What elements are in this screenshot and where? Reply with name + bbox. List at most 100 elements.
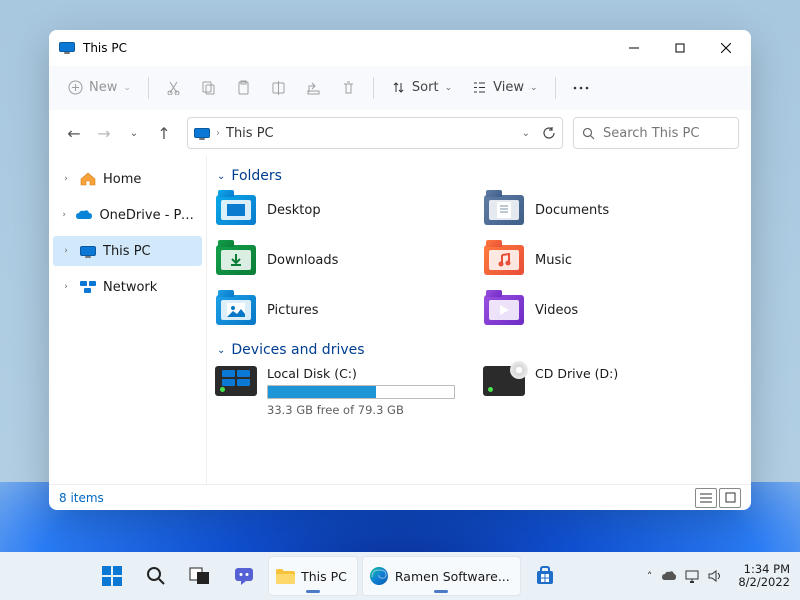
expand-caret[interactable]: › <box>59 210 69 220</box>
chevron-down-icon: ⌄ <box>445 83 453 93</box>
expand-caret[interactable]: › <box>59 282 73 292</box>
address-path: This PC <box>226 126 516 141</box>
drive-label: CD Drive (D:) <box>535 366 618 381</box>
details-view-button[interactable] <box>695 488 717 508</box>
minimize-button[interactable] <box>611 33 657 63</box>
start-button[interactable] <box>92 556 132 596</box>
folder-item-music[interactable]: Music <box>483 242 735 278</box>
close-button[interactable] <box>703 33 749 63</box>
folder-item-videos[interactable]: Videos <box>483 292 735 328</box>
view-button[interactable]: View ⌄ <box>463 74 546 101</box>
sidebar-item-label: This PC <box>103 244 151 259</box>
item-count: 8 items <box>59 491 104 505</box>
network-tray-icon[interactable] <box>684 570 700 583</box>
chevron-down-icon: ⌄ <box>217 171 225 182</box>
folder-icon <box>483 242 525 278</box>
clock-date: 8/2/2022 <box>738 576 790 589</box>
drive-free-text: 33.3 GB free of 79.3 GB <box>267 403 455 417</box>
drive-icon <box>215 366 257 396</box>
onedrive-tray-icon[interactable] <box>662 569 676 583</box>
thispc-icon <box>59 42 75 54</box>
file-explorer-window: This PC New ⌄ Sort ⌄ <box>49 30 751 510</box>
command-toolbar: New ⌄ Sort ⌄ View ⌄ <box>49 66 751 110</box>
drive-capacity-bar <box>267 385 455 399</box>
sidebar-item-thispc[interactable]: › This PC <box>53 236 202 266</box>
more-button[interactable] <box>564 80 598 96</box>
folder-item-documents[interactable]: Documents <box>483 192 735 228</box>
folder-label: Pictures <box>267 303 318 318</box>
folder-item-desktop[interactable]: Desktop <box>215 192 467 228</box>
system-tray[interactable]: ˄ 1:34 PM 8/2/2022 <box>647 563 790 589</box>
share-button[interactable] <box>297 74 330 101</box>
tray-overflow-icon[interactable]: ˄ <box>647 570 653 583</box>
thispc-icon <box>194 128 210 138</box>
search-icon <box>582 127 595 140</box>
edge-icon <box>369 566 389 586</box>
folder-icon <box>275 568 295 584</box>
delete-button[interactable] <box>332 74 365 101</box>
home-icon <box>79 171 97 187</box>
folder-icon <box>483 292 525 328</box>
taskbar-edge[interactable]: Ramen Software... <box>362 556 521 596</box>
section-header-folders[interactable]: ⌄ Folders <box>217 168 735 184</box>
taskbar-store[interactable] <box>525 556 565 596</box>
content-pane: ⌄ Folders Desktop Documents Downloads Music… <box>207 156 751 484</box>
view-button-label: View <box>493 80 524 95</box>
sidebar-item-onedrive[interactable]: › OneDrive - Personal <box>53 200 202 230</box>
thispc-icon <box>79 243 97 259</box>
sidebar-item-home[interactable]: › Home <box>53 164 202 194</box>
titlebar[interactable]: This PC <box>49 30 751 66</box>
chevron-down-icon: ⌄ <box>217 345 225 356</box>
drive-icon <box>483 366 525 396</box>
chevron-right-icon: › <box>216 128 220 139</box>
drive-label: Local Disk (C:) <box>267 366 455 381</box>
folder-label: Desktop <box>267 203 321 218</box>
back-button[interactable]: ← <box>61 120 87 146</box>
taskbar-clock[interactable]: 1:34 PM 8/2/2022 <box>738 563 790 589</box>
sort-button-label: Sort <box>412 80 439 95</box>
recent-button[interactable]: ⌄ <box>121 120 147 146</box>
taskbar-explorer[interactable]: This PC <box>268 556 358 596</box>
folder-label: Music <box>535 253 572 268</box>
drive-item[interactable]: Local Disk (C:) 33.3 GB free of 79.3 GB <box>215 366 467 417</box>
section-title: Devices and drives <box>231 342 364 358</box>
new-button[interactable]: New ⌄ <box>59 74 140 101</box>
paste-button[interactable] <box>227 74 260 101</box>
section-header-drives[interactable]: ⌄ Devices and drives <box>217 342 735 358</box>
status-bar: 8 items <box>49 484 751 510</box>
taskview-button[interactable] <box>180 556 220 596</box>
expand-caret[interactable]: › <box>59 246 73 256</box>
copy-button[interactable] <box>192 74 225 101</box>
refresh-button[interactable] <box>542 126 556 140</box>
forward-button[interactable]: → <box>91 120 117 146</box>
chevron-down-icon[interactable]: ⌄ <box>522 128 530 139</box>
folder-icon <box>483 192 525 228</box>
address-bar[interactable]: › This PC ⌄ <box>187 117 563 149</box>
window-title: This PC <box>83 41 127 55</box>
chat-button[interactable] <box>224 556 264 596</box>
sort-icon <box>391 80 406 95</box>
view-icon <box>472 80 487 95</box>
search-box[interactable]: Search This PC <box>573 117 739 149</box>
expand-caret[interactable]: › <box>59 174 73 184</box>
taskbar-app-label: Ramen Software... <box>395 569 510 584</box>
folder-label: Documents <box>535 203 609 218</box>
volume-tray-icon[interactable] <box>708 570 722 582</box>
sort-button[interactable]: Sort ⌄ <box>382 74 461 101</box>
folder-item-pictures[interactable]: Pictures <box>215 292 467 328</box>
folder-label: Videos <box>535 303 578 318</box>
cut-button[interactable] <box>157 74 190 101</box>
search-button[interactable] <box>136 556 176 596</box>
address-row: ← → ⌄ ↑ › This PC ⌄ Search This PC <box>49 110 751 156</box>
chevron-down-icon: ⌄ <box>123 83 131 93</box>
thumbnails-view-button[interactable] <box>719 488 741 508</box>
chevron-down-icon: ⌄ <box>530 83 538 93</box>
maximize-button[interactable] <box>657 33 703 63</box>
folder-item-downloads[interactable]: Downloads <box>215 242 467 278</box>
folder-icon <box>215 192 257 228</box>
section-title: Folders <box>231 168 282 184</box>
sidebar-item-network[interactable]: › Network <box>53 272 202 302</box>
rename-button[interactable] <box>262 74 295 101</box>
drive-item[interactable]: CD Drive (D:) <box>483 366 735 417</box>
up-button[interactable]: ↑ <box>151 120 177 146</box>
